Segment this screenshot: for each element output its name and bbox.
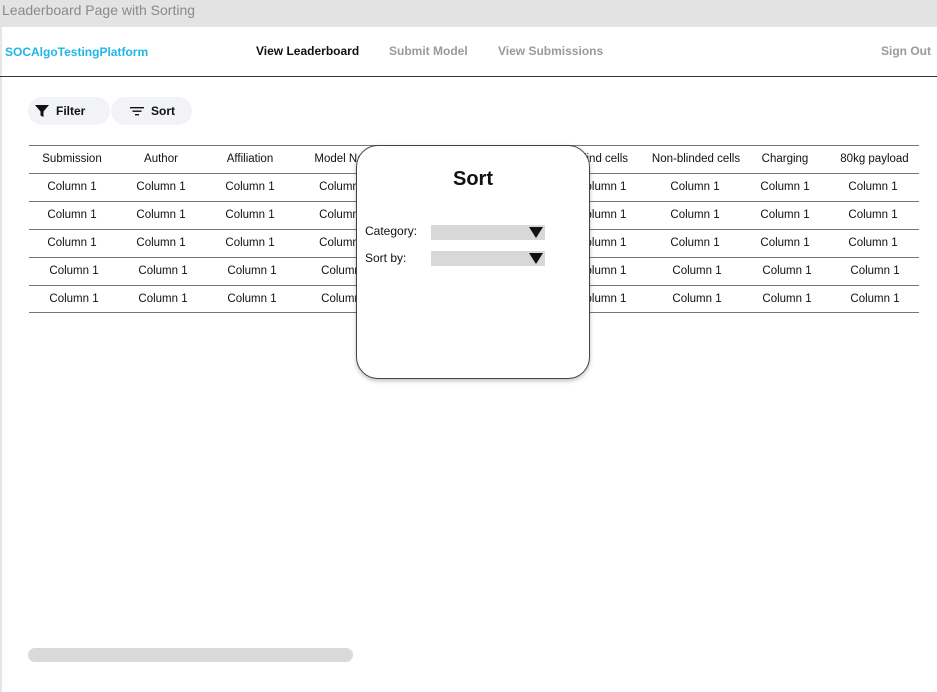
table-cell: Column 1	[760, 237, 810, 249]
nav-view-submissions[interactable]: View Submissions	[498, 44, 603, 58]
header-non-blinded-cells[interactable]: Non-blinded cells	[647, 146, 745, 173]
table-cell: Column 1	[225, 209, 275, 221]
table-cell: Column 1	[227, 293, 277, 305]
table-cell: Column 1	[136, 209, 186, 221]
table-cell: Column 1	[760, 181, 810, 193]
header-charging[interactable]: Charging	[742, 146, 828, 173]
top-nav: SOCAlgoTestingPlatform View Leaderboard …	[0, 27, 937, 77]
table-cell: Column 1	[138, 293, 188, 305]
table-cell: Column 1	[138, 265, 188, 277]
table-cell: Column 1	[227, 265, 277, 277]
table-cell: Column 1	[47, 181, 97, 193]
header-submission[interactable]: Submission	[29, 146, 115, 173]
table-cell: Column 1	[225, 237, 275, 249]
sign-out-link[interactable]: Sign Out	[881, 44, 931, 58]
table-cell: Column 1	[850, 265, 900, 277]
sort-button[interactable]: Sort	[111, 97, 192, 125]
sort-by-select[interactable]	[431, 251, 545, 266]
triangle-down-icon	[529, 227, 543, 238]
table-cell: Column 1	[49, 265, 99, 277]
sort-lines-icon	[129, 103, 145, 119]
funnel-icon	[34, 103, 50, 119]
table-cell: Column 1	[670, 209, 720, 221]
table-cell: Column 1	[850, 293, 900, 305]
table-cell: Column 1	[670, 237, 720, 249]
table-cell: Column 1	[670, 181, 720, 193]
header-80kg-payload[interactable]: 80kg payload	[830, 146, 919, 173]
horizontal-scrollbar[interactable]	[28, 648, 353, 662]
category-select[interactable]	[431, 225, 545, 240]
category-label: Category:	[365, 224, 418, 238]
table-cell: Column 1	[136, 181, 186, 193]
sort-modal-title: Sort	[453, 168, 493, 190]
header-author[interactable]: Author	[118, 146, 204, 173]
header-affiliation[interactable]: Affiliation	[207, 146, 293, 173]
table-cell: Column 1	[760, 209, 810, 221]
sort-by-label: Sort by:	[365, 251, 407, 265]
frame-edge	[0, 27, 2, 692]
sort-modal: Sort Category: Sort by:	[356, 145, 590, 379]
nav-view-leaderboard[interactable]: View Leaderboard	[256, 44, 359, 58]
filter-button[interactable]: Filter	[28, 97, 110, 125]
table-cell: Column 1	[848, 209, 898, 221]
nav-divider	[0, 76, 937, 77]
table-cell: Column 1	[225, 181, 275, 193]
frame-title: Leaderboard Page with Sorting	[0, 0, 937, 27]
filter-label: Filter	[56, 104, 86, 118]
table-cell: Column 1	[848, 237, 898, 249]
table-cell: Column 1	[136, 237, 186, 249]
table-cell: Column 1	[672, 265, 722, 277]
table-cell: Column 1	[672, 293, 722, 305]
table-cell: Column 1	[47, 209, 97, 221]
brand-logo[interactable]: SOCAlgoTestingPlatform	[5, 45, 148, 59]
table-cell: Column 1	[762, 293, 812, 305]
table-cell: Column 1	[762, 265, 812, 277]
table-cell: Column 1	[49, 293, 99, 305]
table-cell: Column 1	[848, 181, 898, 193]
triangle-down-icon	[529, 253, 543, 264]
table-cell: Column 1	[47, 237, 97, 249]
sort-label: Sort	[151, 104, 175, 118]
nav-submit-model[interactable]: Submit Model	[389, 44, 468, 58]
